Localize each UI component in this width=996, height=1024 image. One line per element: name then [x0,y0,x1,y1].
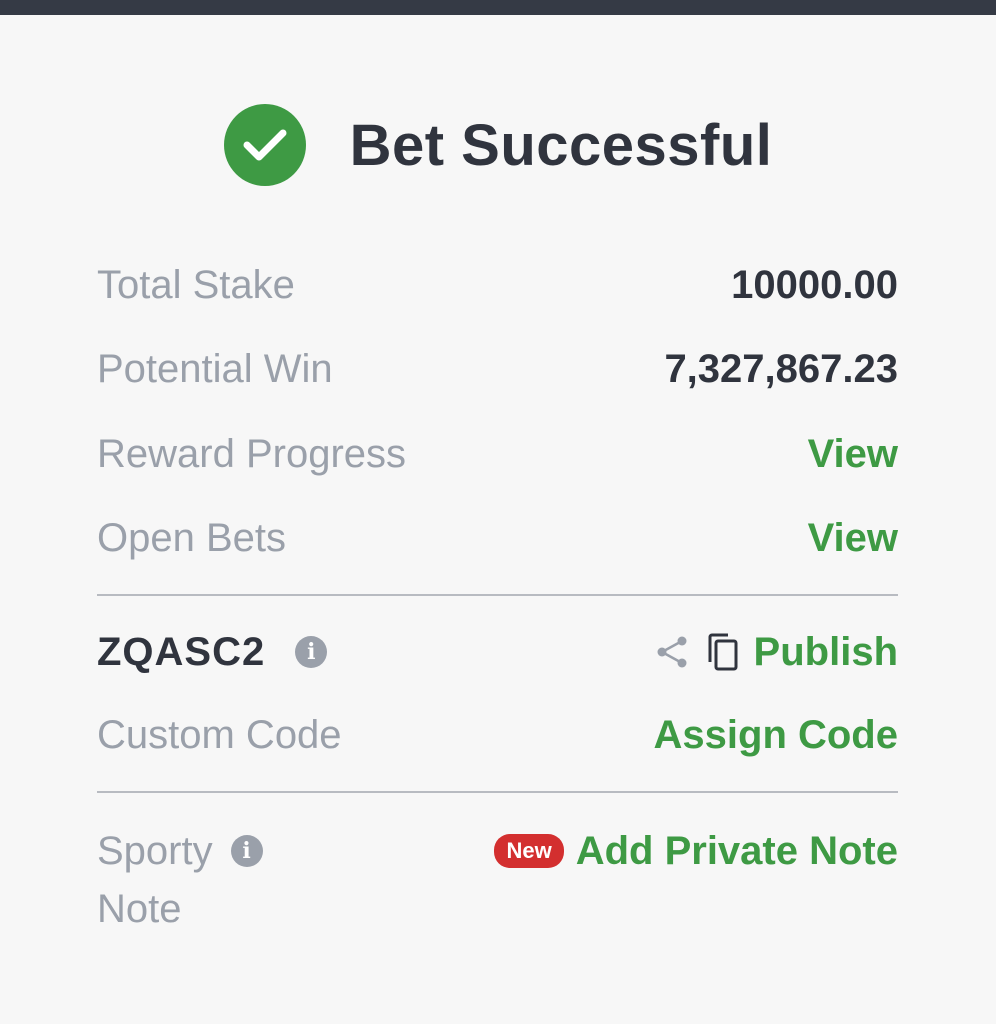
booking-code-group: ZQASC2 i [97,629,328,675]
potential-win-row: Potential Win 7,327,867.23 [97,339,898,399]
sporty-note-label: Sporty i Note [97,822,397,938]
booking-code-row: ZQASC2 i Publish [97,622,898,682]
open-bets-view-link[interactable]: View [808,516,898,561]
share-icon[interactable] [654,634,690,670]
publish-button[interactable]: Publish [754,630,898,675]
reward-progress-label: Reward Progress [97,431,407,476]
sporty-note-label-line1: Sporty [97,829,213,873]
potential-win-label: Potential Win [97,346,333,391]
info-icon[interactable]: i [230,835,263,867]
check-circle-icon [223,104,306,186]
reward-progress-row: Reward Progress View [97,424,898,484]
booking-code: ZQASC2 [97,629,266,674]
info-icon[interactable]: i [295,636,328,668]
total-stake-value: 10000.00 [731,262,898,307]
custom-code-row: Custom Code Assign Code [97,705,898,765]
sporty-note-label-line2: Note [97,887,182,931]
total-stake-row: Total Stake 10000.00 [97,255,898,315]
reward-progress-view-link[interactable]: View [808,432,898,477]
open-bets-row: Open Bets View [97,508,898,568]
success-header: Bet Successful [0,104,996,186]
divider [97,594,898,596]
page-title: Bet Successful [349,112,773,178]
open-bets-label: Open Bets [97,515,287,560]
add-private-note-button[interactable]: Add Private Note [576,829,898,874]
top-bar [0,0,996,15]
divider [97,791,898,793]
publish-group: Publish [654,630,898,675]
assign-code-button[interactable]: Assign Code [654,713,898,758]
total-stake-label: Total Stake [97,262,295,307]
copy-icon[interactable] [704,632,740,672]
new-badge: New [494,834,564,868]
add-note-group: New Add Private Note [494,822,898,880]
custom-code-label: Custom Code [97,712,342,757]
potential-win-value: 7,327,867.23 [664,346,898,391]
